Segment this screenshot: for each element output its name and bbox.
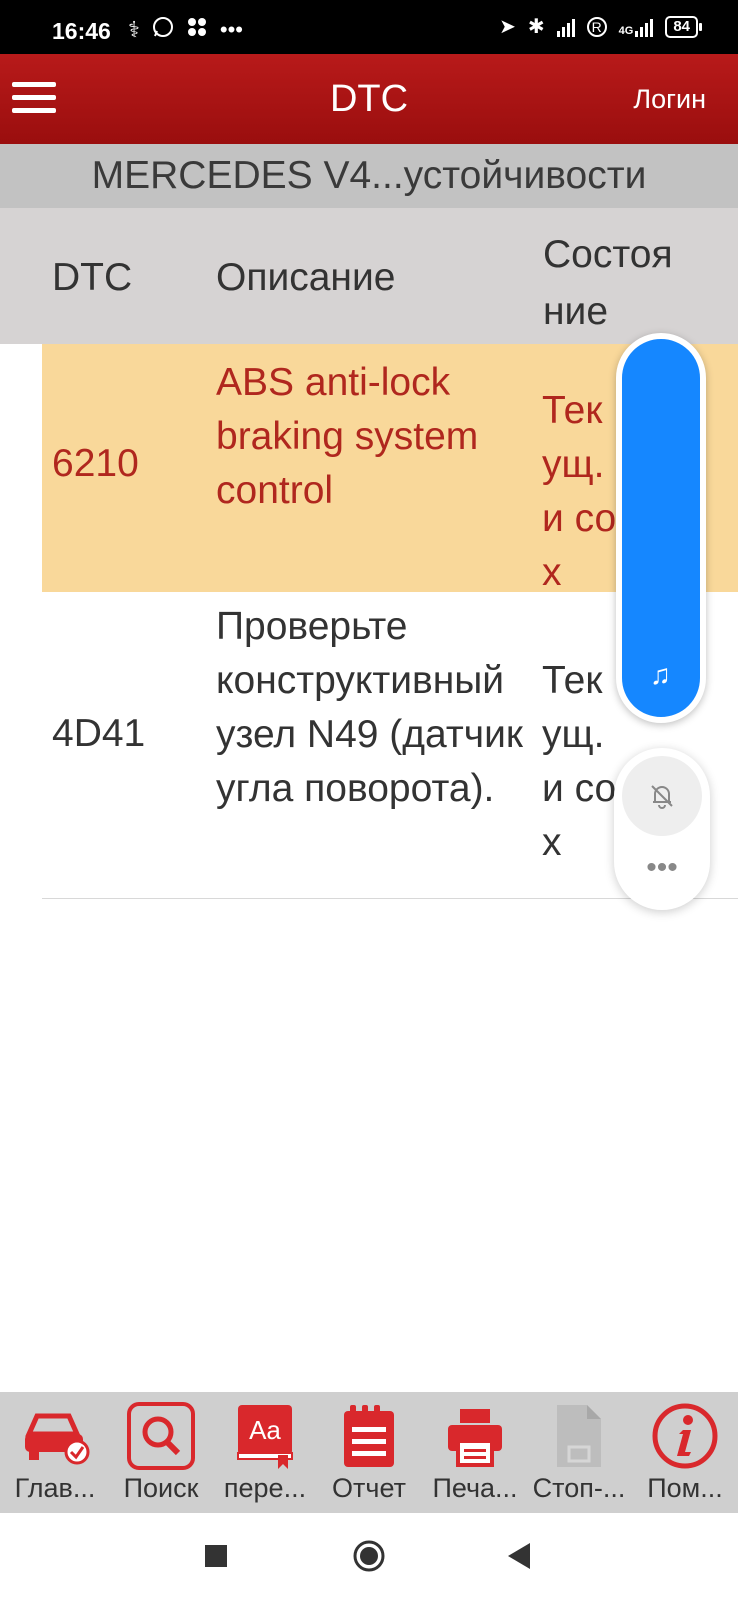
car-check-icon bbox=[19, 1402, 91, 1470]
dtc-description: ABS anti-lock braking system control bbox=[216, 361, 479, 512]
recent-apps-icon[interactable] bbox=[205, 1545, 227, 1572]
login-button[interactable]: Логин bbox=[633, 84, 706, 115]
toolbar-report-button[interactable]: Отчет bbox=[316, 1392, 422, 1513]
stethoscope-icon: ⚕ bbox=[128, 17, 140, 42]
app-bar: DTC Логин bbox=[0, 54, 738, 144]
bell-off-icon[interactable] bbox=[622, 756, 702, 836]
status-right-icons: ➤ ✱ R 4G 84 bbox=[499, 14, 702, 39]
dtc-code: 6210 bbox=[52, 442, 139, 485]
home-icon[interactable] bbox=[352, 1539, 386, 1578]
toolbar-home-button[interactable]: Глав... bbox=[2, 1392, 108, 1513]
dtc-state: Текущ. и сох bbox=[542, 659, 617, 864]
dtc-code: 4D41 bbox=[52, 712, 146, 755]
dtc-state: Текущ. и сох bbox=[542, 389, 617, 594]
status-bar: 16:46 ⚕ ••• ➤ ✱ R 4G 84 bbox=[0, 0, 738, 54]
signal-icon bbox=[556, 17, 575, 37]
battery-indicator: 84 bbox=[665, 15, 702, 38]
page-title: DTC bbox=[329, 78, 409, 120]
document-icon bbox=[543, 1402, 615, 1470]
back-icon[interactable] bbox=[508, 1543, 532, 1574]
toolbar-label: Печа... bbox=[432, 1473, 518, 1503]
whatsapp-icon bbox=[152, 16, 174, 44]
more-dots-icon: ••• bbox=[219, 17, 244, 42]
toolbar-label: пере... bbox=[223, 1473, 307, 1503]
toolbar-label: Глав... bbox=[14, 1473, 96, 1503]
toolbar-print-button[interactable]: Печа... bbox=[422, 1392, 528, 1513]
toolbar-translate-button[interactable]: Aa пере... bbox=[212, 1392, 318, 1513]
toolbar-stop-button: Стоп-... bbox=[526, 1392, 632, 1513]
toolbar-label: Стоп-... bbox=[532, 1473, 626, 1503]
header-state: Состояние bbox=[543, 233, 673, 333]
status-left-icons: ⚕ ••• bbox=[128, 16, 243, 44]
info-icon bbox=[649, 1402, 721, 1470]
toolbar-label: Пом... bbox=[647, 1473, 723, 1503]
system-nav-bar bbox=[0, 1513, 738, 1600]
roaming-icon: R bbox=[586, 16, 607, 37]
bottom-toolbar: Глав... Поиск Aa пере... Отчет Печа... С… bbox=[0, 1392, 738, 1513]
toolbar-label: Поиск bbox=[123, 1473, 199, 1503]
vehicle-subtitle: MERCEDES V4...устойчивости bbox=[0, 144, 738, 208]
header-description: Описание bbox=[216, 256, 396, 299]
toolbar-label: Отчет bbox=[332, 1473, 406, 1503]
table-header: DTC Описание Состояние bbox=[0, 208, 738, 344]
music-note-icon: ♫ bbox=[650, 659, 671, 690]
app-icon bbox=[186, 16, 208, 44]
bluetooth-icon: ✱ bbox=[527, 16, 545, 38]
svg-text:Aa: Aa bbox=[249, 1415, 281, 1445]
printer-icon bbox=[439, 1402, 511, 1470]
toolbar-search-button[interactable]: Поиск bbox=[108, 1392, 214, 1513]
status-time: 16:46 bbox=[52, 18, 111, 44]
search-icon bbox=[125, 1402, 197, 1470]
more-icon[interactable]: ••• bbox=[634, 853, 690, 890]
floating-tools-widget: ••• bbox=[614, 748, 710, 910]
translate-icon: Aa bbox=[229, 1402, 301, 1470]
toolbar-help-button[interactable]: Пом... bbox=[632, 1392, 738, 1513]
dtc-description: Проверьте конструктивный узел N49 (датчи… bbox=[216, 605, 523, 810]
location-icon: ➤ bbox=[499, 16, 516, 38]
floating-music-widget[interactable]: ♫ bbox=[616, 333, 706, 723]
signal-4g-icon: 4G bbox=[619, 17, 654, 37]
report-icon bbox=[333, 1402, 405, 1470]
network-4g-label: 4G bbox=[618, 24, 634, 37]
header-dtc: DTC bbox=[52, 256, 133, 299]
